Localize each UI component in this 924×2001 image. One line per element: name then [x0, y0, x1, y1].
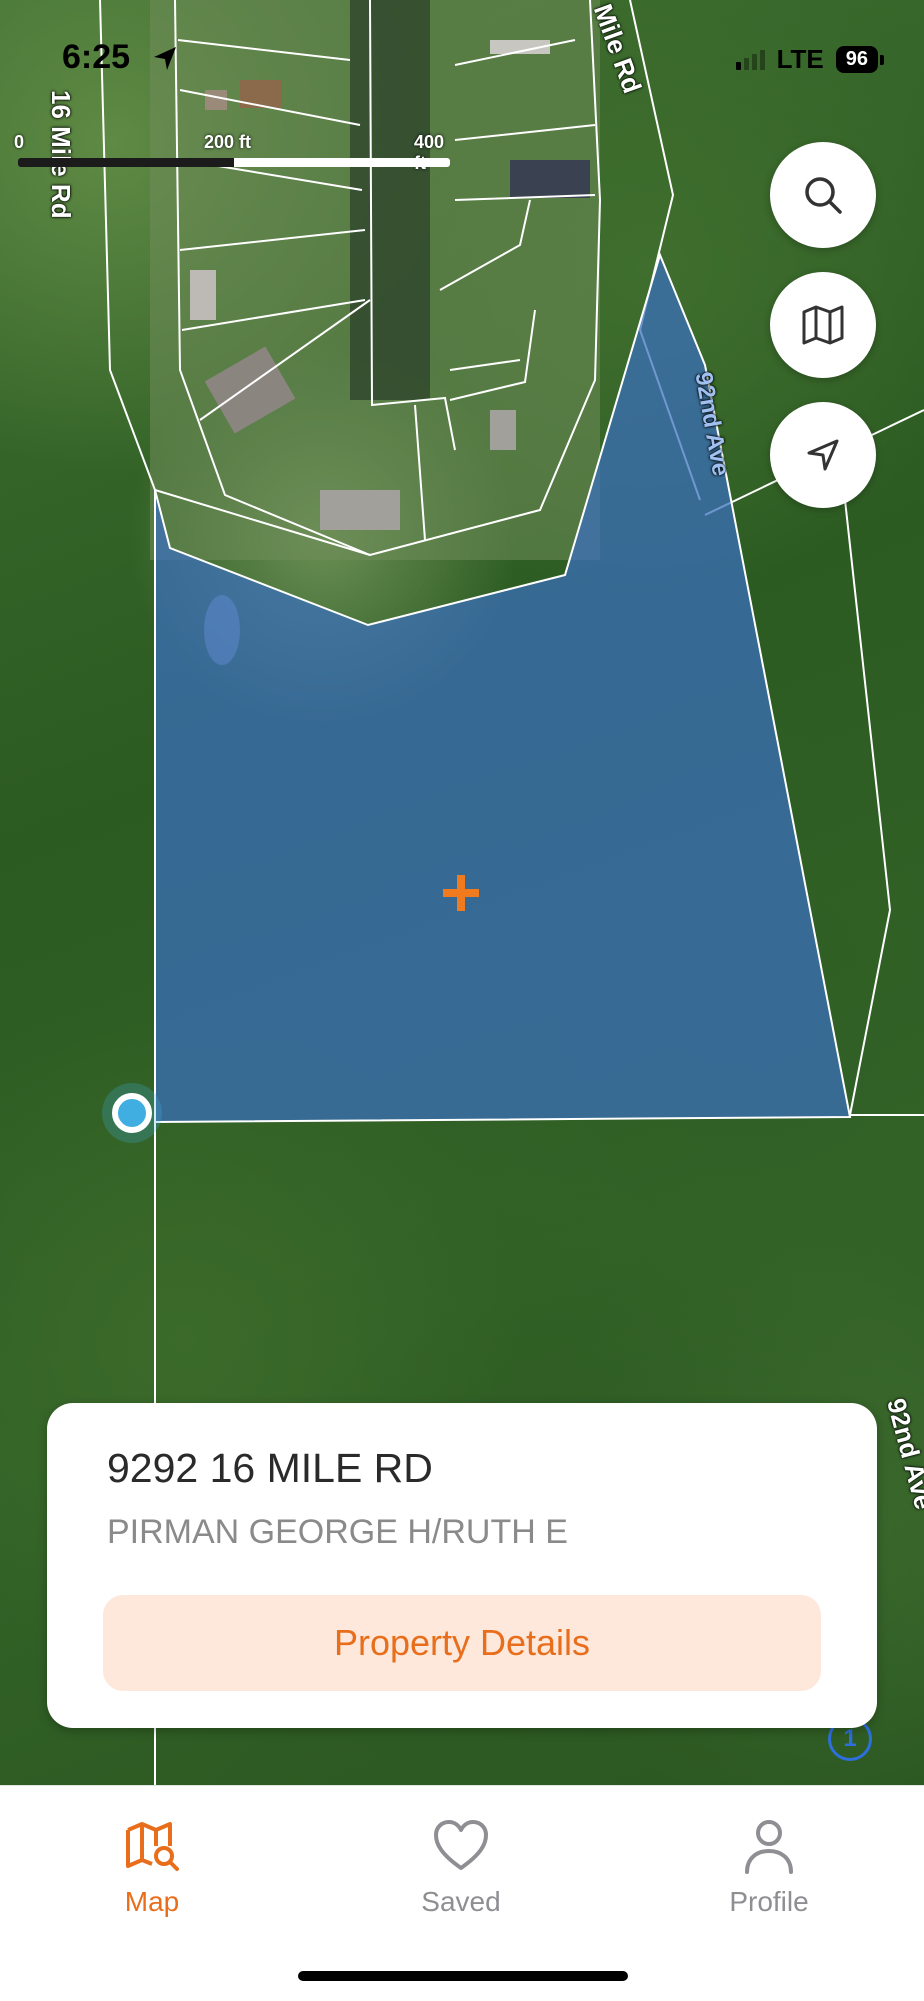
scale-bar	[18, 158, 450, 167]
map-search-icon	[126, 1822, 179, 1871]
signal-icon	[735, 49, 765, 70]
tab-saved-label: Saved	[421, 1886, 501, 1917]
scale-tick-0: 0	[14, 132, 25, 152]
map-icon	[802, 305, 844, 345]
search-icon	[805, 177, 842, 214]
tab-bar: Map Saved Profile	[0, 1785, 924, 2001]
location-services-icon	[154, 47, 176, 70]
status-time: 6:25	[62, 38, 131, 76]
tab-saved[interactable]: Saved	[361, 1816, 561, 1918]
user-location-dot	[112, 1093, 152, 1133]
heart-icon	[434, 1820, 488, 1870]
home-indicator[interactable]	[298, 1971, 628, 1981]
map-scale: 0 200 ft 400 ft	[14, 132, 454, 173]
scale-tick-200: 200 ft	[204, 132, 252, 152]
person-icon	[745, 1820, 793, 1874]
status-indicators: LTE 96	[735, 44, 885, 75]
tab-profile-label: Profile	[729, 1886, 809, 1917]
property-address: 9292 16 MILE RD	[107, 1445, 433, 1491]
battery-indicator: 96	[835, 46, 885, 73]
property-card[interactable]: 9292 16 MILE RD PIRMAN GEORGE H/RUTH E P…	[47, 1403, 877, 1728]
tab-profile[interactable]: Profile	[669, 1816, 869, 1918]
map-view[interactable]: 16 Mile Rd Mile Rd 92nd Ave 92nd Ave 6:2…	[0, 0, 924, 1785]
location-arrow-icon	[807, 439, 839, 471]
map-layers-button[interactable]	[770, 272, 876, 378]
search-button[interactable]	[770, 142, 876, 248]
property-details-button[interactable]: Property Details	[103, 1595, 821, 1691]
locate-me-button[interactable]	[770, 402, 876, 508]
tab-map[interactable]: Map	[52, 1816, 252, 1918]
network-type: LTE	[776, 44, 824, 74]
property-owner: PIRMAN GEORGE H/RUTH E	[107, 1513, 568, 1551]
tab-map-label: Map	[124, 1886, 180, 1917]
scale-tick-400: 400 ft	[414, 132, 445, 173]
parcel-center-marker	[443, 875, 479, 911]
